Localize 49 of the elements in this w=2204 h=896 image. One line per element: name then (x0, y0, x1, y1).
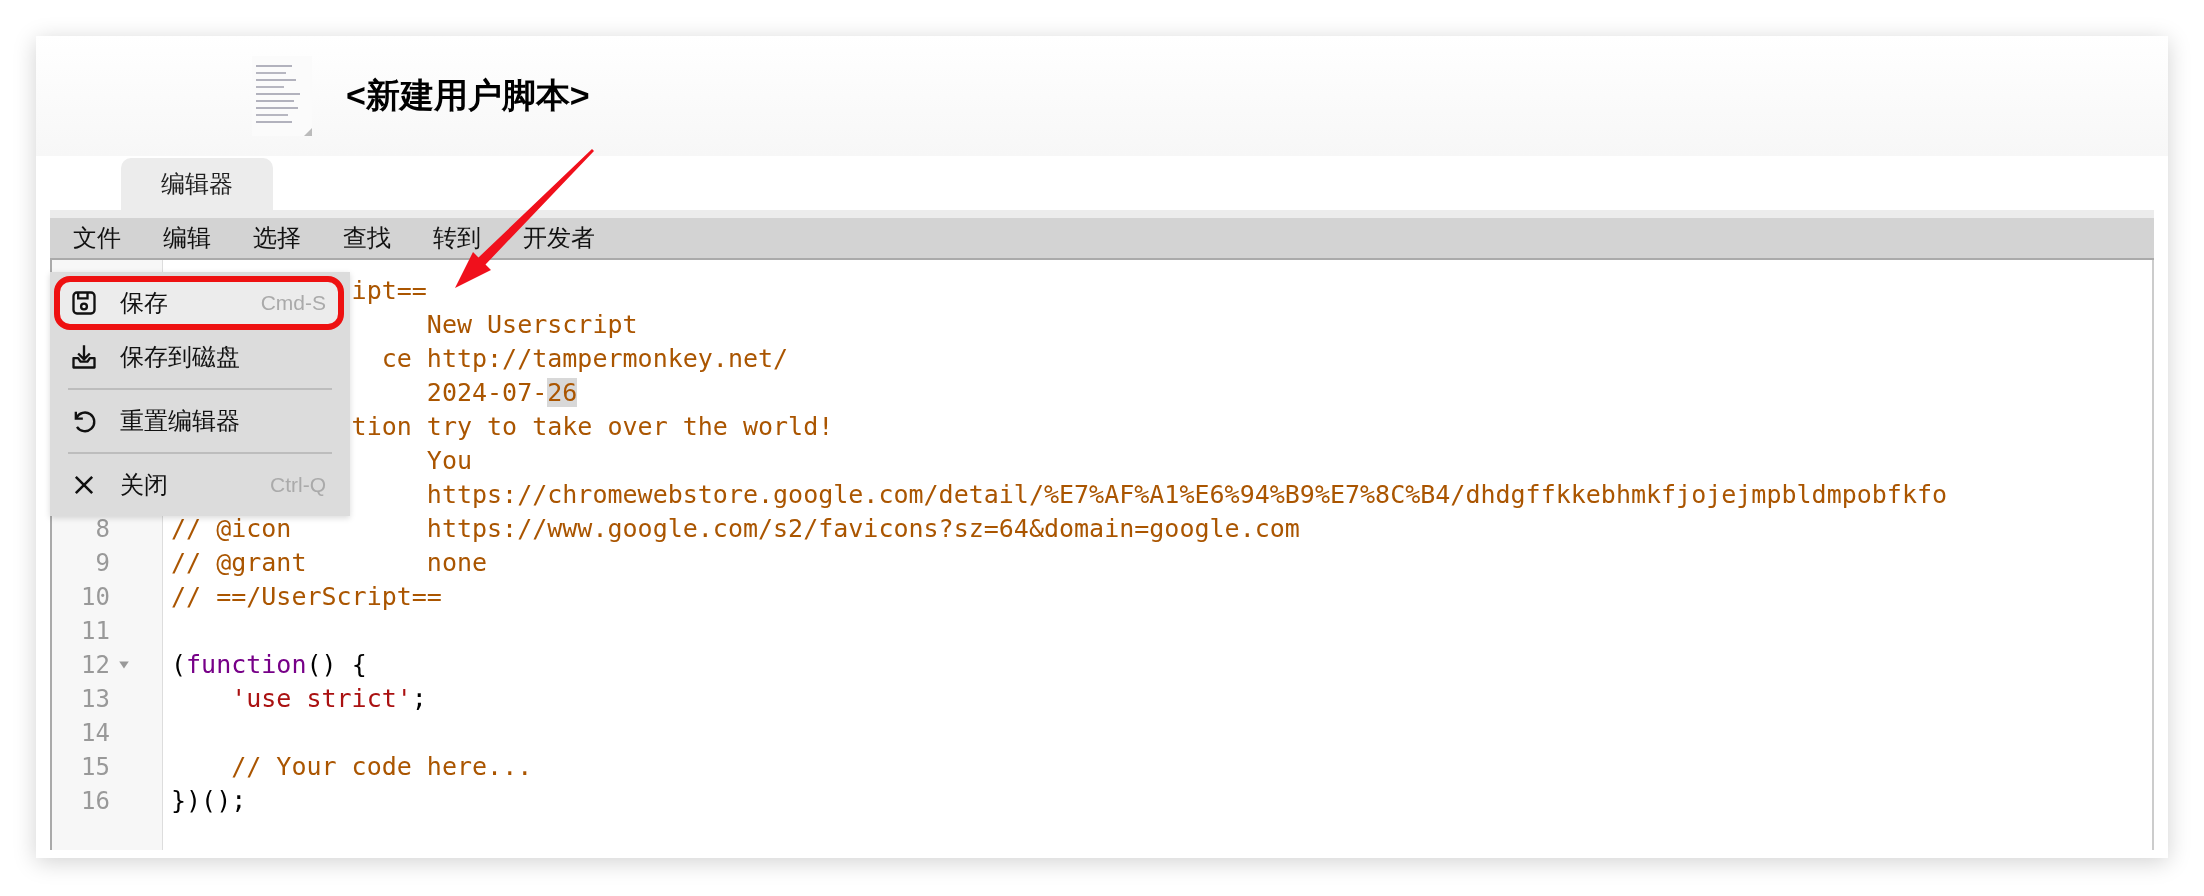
code-text: function (186, 650, 307, 679)
code-text: // Your code here... (231, 752, 533, 781)
code-text: ; (411, 684, 427, 713)
shortcut-hint: Cmd-S (260, 291, 326, 315)
menu-item[interactable]: 保存 Cmd-S (54, 276, 344, 330)
script-title: <新建用户脚本> (346, 75, 590, 116)
download-tray-icon (70, 343, 98, 371)
code-text: none (426, 548, 488, 577)
code-text: ce (381, 343, 412, 375)
code-text: tion (351, 411, 412, 443)
line-number: 15 (80, 753, 110, 781)
line-number: 10 (80, 583, 110, 611)
menu-bar-item[interactable]: 文件 (52, 218, 142, 258)
code-text: // @grant (171, 547, 308, 579)
menu-item-label: 保存 (120, 288, 169, 318)
code-text: You (426, 446, 472, 475)
menu-item-label: 保存到磁盘 (120, 342, 241, 372)
menu-bar-item[interactable]: 转到 (412, 218, 502, 258)
menu-bar-item[interactable]: 查找 (322, 218, 412, 258)
menu-bar-item[interactable]: 开发者 (502, 218, 616, 258)
code-text: () { (306, 650, 367, 679)
code-text: try to take over the world! (426, 412, 834, 441)
menu-item[interactable]: 保存到磁盘 (54, 330, 344, 384)
line-number: 11 (80, 617, 110, 645)
code-text: New Userscript (426, 310, 638, 339)
line-number: 16 (80, 787, 110, 815)
code-text: 2024-07- (426, 378, 548, 407)
code-text: ( (171, 650, 187, 679)
code-text: // @icon (171, 513, 293, 545)
line-number: 9 (94, 549, 110, 577)
menu-item-label: 关闭 (120, 470, 169, 500)
search-match: 26 (547, 378, 578, 407)
menu-bar-item[interactable]: 选择 (232, 218, 322, 258)
menu-bar-item[interactable]: 编辑 (142, 218, 232, 258)
line-number: 14 (80, 719, 110, 747)
code-text: https://www.google.com/s2/favicons?sz=64&domain=google.com (426, 514, 1300, 543)
line-number: 8 (94, 515, 110, 543)
line-number: 12 (80, 651, 110, 679)
menu-item[interactable]: 重置编辑器 (54, 394, 344, 448)
code-text: https://chromewebstore.google.com/detail/%E7%AF%A1%E6%94%B9%E7%8C%B4/dhdgffkkebhmkfjojejmpbldmpobfkfo (426, 480, 1948, 509)
menu-item-label: 重置编辑器 (120, 406, 241, 436)
fold-arrow-icon[interactable] (118, 659, 130, 671)
code-text: })(); (171, 786, 247, 815)
code-text: http://tampermonkey.net/ (426, 344, 789, 373)
code-text: ipt== (351, 275, 427, 307)
code-text: 'use strict' (231, 684, 412, 713)
line-number: 13 (80, 685, 110, 713)
code-text: // ==/UserScript== (171, 582, 442, 611)
editor-tab[interactable]: 编辑器 (121, 158, 273, 210)
